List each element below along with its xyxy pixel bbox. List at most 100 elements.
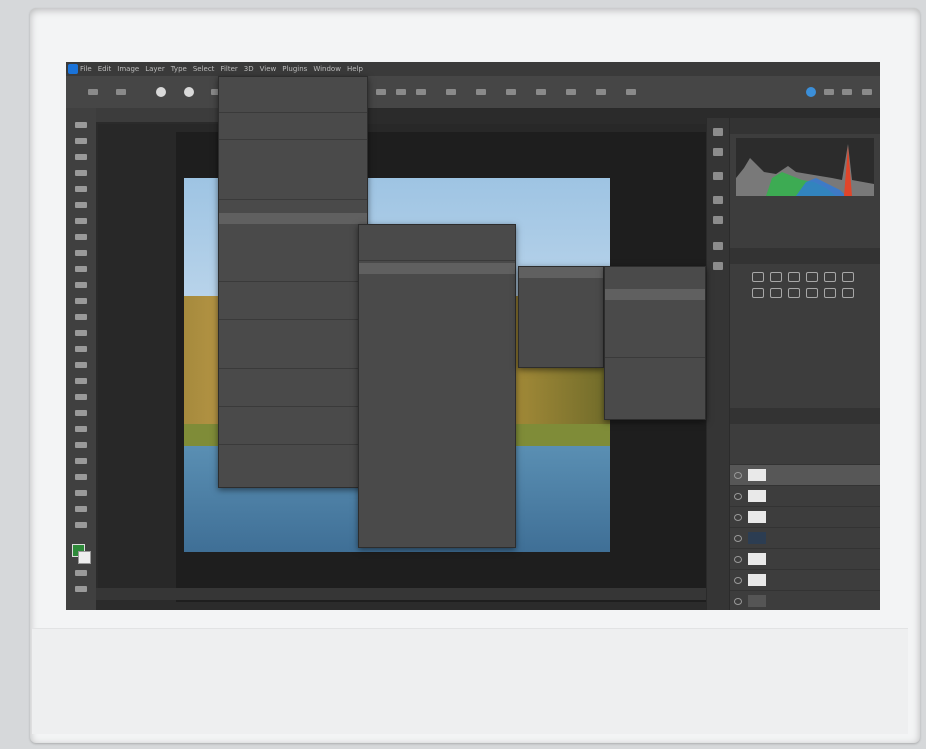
menu-item[interactable]: [219, 409, 367, 420]
menu-item[interactable]: [359, 351, 515, 362]
menu-item[interactable]: [359, 417, 515, 428]
menu-item[interactable]: [219, 99, 367, 110]
menu-item[interactable]: [519, 366, 603, 377]
menu-item[interactable]: [219, 333, 367, 344]
move-tool-icon[interactable]: [75, 122, 87, 128]
layer-row[interactable]: [730, 570, 880, 591]
channel-mixer-icon[interactable]: [806, 288, 818, 298]
libraries-panel-icon[interactable]: [713, 242, 723, 250]
menu-item[interactable]: [359, 274, 515, 285]
menu-window[interactable]: Window: [313, 65, 341, 73]
menu-item[interactable]: [219, 420, 367, 431]
option-icon[interactable]: [536, 89, 546, 95]
menu-item[interactable]: [219, 447, 367, 458]
menu-item[interactable]: [219, 126, 367, 137]
menu-item[interactable]: [219, 164, 367, 175]
menu-item[interactable]: [219, 153, 367, 164]
tool-icon[interactable]: [75, 474, 87, 480]
menu-item[interactable]: [519, 289, 603, 300]
tool-preset-icon[interactable]: [116, 89, 126, 95]
menu-item[interactable]: [605, 393, 705, 404]
search-icon[interactable]: [824, 89, 834, 95]
levels-icon[interactable]: [770, 272, 782, 282]
option-icon[interactable]: [506, 89, 516, 95]
brightness-contrast-icon[interactable]: [752, 272, 764, 282]
crop-tool-icon[interactable]: [75, 186, 87, 192]
menu-item[interactable]: [359, 461, 515, 472]
menu-item[interactable]: [219, 77, 367, 88]
menu-edit[interactable]: Edit: [98, 65, 112, 73]
tool-icon[interactable]: [75, 522, 87, 528]
menu-item[interactable]: [605, 344, 705, 355]
menu-item[interactable]: [359, 527, 515, 538]
menu-item[interactable]: [605, 360, 705, 371]
eye-icon[interactable]: [734, 493, 742, 500]
menu-item[interactable]: [219, 246, 367, 257]
color-lookup-icon[interactable]: [824, 288, 836, 298]
option-icon[interactable]: [596, 89, 606, 95]
menu-item[interactable]: [219, 202, 367, 213]
workspace-icon[interactable]: [842, 89, 852, 95]
clone-stamp-tool-icon[interactable]: [75, 266, 87, 272]
menu-item[interactable]: [219, 295, 367, 306]
menu-item[interactable]: [219, 257, 367, 268]
menu-item[interactable]: [605, 311, 705, 322]
layer-row[interactable]: [730, 591, 880, 610]
menu-item[interactable]: [219, 469, 367, 480]
history-brush-tool-icon[interactable]: [75, 282, 87, 288]
menu-item[interactable]: [359, 450, 515, 461]
menu-item[interactable]: [219, 213, 367, 224]
window-icon[interactable]: [862, 89, 872, 95]
menu-item[interactable]: [359, 247, 515, 258]
photo-filter-icon[interactable]: [788, 288, 800, 298]
eye-icon[interactable]: [734, 472, 742, 479]
option-icon[interactable]: [626, 89, 636, 95]
history-panel-icon[interactable]: [713, 128, 723, 136]
screen-mode-icon[interactable]: [75, 586, 87, 592]
menu-item[interactable]: [359, 340, 515, 351]
menu-item[interactable]: [359, 318, 515, 329]
menu-layer[interactable]: Layer: [145, 65, 165, 73]
menu-file[interactable]: File: [80, 65, 92, 73]
menu-item[interactable]: [605, 300, 705, 311]
brush-tip-icon[interactable]: [184, 87, 194, 97]
menu-plugins[interactable]: Plugins: [282, 65, 307, 73]
menu-item[interactable]: [359, 439, 515, 450]
layer-row[interactable]: [730, 465, 880, 486]
brush-size-icon[interactable]: [156, 87, 166, 97]
menu-item[interactable]: [359, 307, 515, 318]
brush-tool-icon[interactable]: [75, 250, 87, 256]
menu-item[interactable]: [219, 88, 367, 99]
menu-item[interactable]: [605, 371, 705, 382]
menu-item[interactable]: [219, 371, 367, 382]
layer-row[interactable]: [730, 528, 880, 549]
menu-item[interactable]: [605, 289, 705, 300]
menu-item[interactable]: [519, 333, 603, 344]
menu-item[interactable]: [219, 235, 367, 246]
menu-item[interactable]: [359, 236, 515, 247]
eye-icon[interactable]: [734, 598, 742, 605]
menu-filter[interactable]: Filter: [220, 65, 237, 73]
menu-item[interactable]: [359, 285, 515, 296]
pen-tool-icon[interactable]: [75, 362, 87, 368]
eye-icon[interactable]: [734, 514, 742, 521]
menu-item[interactable]: [359, 516, 515, 527]
share-icon[interactable]: [806, 87, 816, 97]
menu-item[interactable]: [605, 382, 705, 393]
document-tab[interactable]: [96, 108, 226, 122]
menu-item[interactable]: [219, 284, 367, 295]
menu-item[interactable]: [519, 355, 603, 366]
quick-mask-icon[interactable]: [75, 570, 87, 576]
menu-type[interactable]: Type: [171, 65, 187, 73]
brush-settings-icon[interactable]: [713, 148, 723, 156]
menu-item[interactable]: [359, 483, 515, 494]
menu-item[interactable]: [519, 278, 603, 289]
gradient-tool-icon[interactable]: [75, 314, 87, 320]
menu-item[interactable]: [605, 322, 705, 333]
eye-icon[interactable]: [734, 577, 742, 584]
option-icon[interactable]: [396, 89, 406, 95]
menu-item[interactable]: [219, 142, 367, 153]
menu-item[interactable]: [219, 431, 367, 442]
menu-3d[interactable]: 3D: [244, 65, 254, 73]
invert-icon[interactable]: [842, 288, 854, 298]
